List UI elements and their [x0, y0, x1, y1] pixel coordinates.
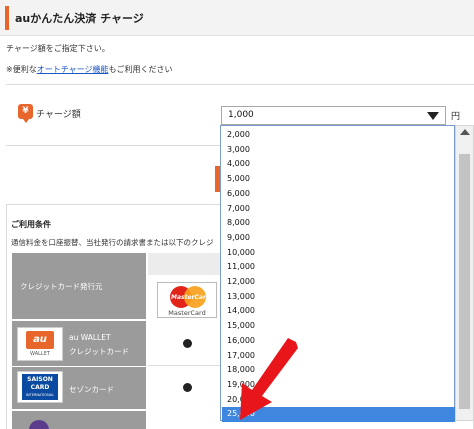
scrollbar[interactable]: [455, 125, 474, 421]
dropdown-option[interactable]: 8,000: [222, 216, 455, 231]
dropdown-option[interactable]: 3,000: [222, 143, 455, 158]
dropdown-option[interactable]: 4,000: [222, 157, 455, 172]
charge-amount-label: チャージ額: [36, 110, 81, 120]
note-prefix: ※便利な: [6, 65, 37, 74]
yen-icon: ¥: [18, 104, 33, 123]
mastercard-caption: MasterCard: [168, 309, 206, 317]
saison-logo-text: SAISON: [27, 376, 53, 383]
dropdown-option[interactable]: 11,000: [222, 260, 455, 275]
page-header: auかんたん決済 チャージ: [0, 0, 474, 36]
currency-unit: 円: [451, 112, 461, 122]
issuer-header: クレジットカード発行元: [20, 282, 103, 291]
dropdown-option[interactable]: 10,000: [222, 246, 455, 261]
card-name-line2: クレジットカード: [69, 347, 129, 356]
scroll-up-icon[interactable]: [460, 129, 470, 135]
table-header-cell: クレジットカード発行元: [12, 253, 146, 319]
saison-logo-text: CARD: [30, 384, 50, 391]
saison-card-logo: SAISON CARD INTERNATIONAL: [17, 371, 63, 403]
mastercard-logo-word: MasterCard: [171, 294, 211, 301]
dropdown-option[interactable]: 9,000: [222, 231, 455, 246]
dropdown-option[interactable]: 7,000: [222, 202, 455, 217]
annotation-arrow-icon: [240, 338, 298, 420]
conditions-title: ご利用条件: [11, 220, 51, 229]
au-wallet-logo-sub: WALLET: [30, 351, 50, 357]
mastercard-logo: MasterCard MasterCard: [157, 282, 217, 318]
instruction-text: チャージ額をご指定下さい。: [6, 44, 110, 53]
saison-logo-text: INTERNATIONAL: [25, 393, 55, 397]
dropdown-option[interactable]: 13,000: [222, 290, 455, 305]
note-suffix: もご利用ください: [108, 65, 173, 74]
header-accent-bar: [5, 6, 9, 30]
auto-charge-link[interactable]: オートチャージ機能: [37, 65, 109, 74]
charge-amount-value: 1,000: [228, 110, 254, 120]
auto-charge-note: ※便利なオートチャージ機能もご利用ください: [6, 64, 172, 75]
dropdown-option[interactable]: 12,000: [222, 275, 455, 290]
dropdown-option[interactable]: 2,000: [222, 128, 455, 143]
table-header-cell: [148, 253, 220, 275]
divider: [6, 84, 474, 85]
conditions-description: 通信料金を口座振替、当社発行の請求書または以下のクレジ: [11, 238, 214, 247]
page-title: auかんたん決済 チャージ: [15, 12, 144, 25]
au-wallet-logo: au WALLET: [17, 327, 63, 361]
au-wallet-logo-mark: au: [26, 331, 54, 349]
dropdown-option[interactable]: 14,000: [222, 304, 455, 319]
dropdown-option[interactable]: 6,000: [222, 187, 455, 202]
supported-mark: [183, 383, 192, 392]
dropdown-option[interactable]: 15,000: [222, 319, 455, 334]
chevron-down-icon[interactable]: [427, 112, 439, 120]
supported-mark: [183, 339, 192, 348]
card-name: セゾンカード: [69, 385, 114, 394]
card-name-line1: au WALLET: [69, 333, 111, 342]
charge-amount-select[interactable]: 1,000: [221, 106, 446, 125]
dropdown-option[interactable]: 5,000: [222, 172, 455, 187]
scrollbar-thumb[interactable]: [459, 154, 470, 409]
